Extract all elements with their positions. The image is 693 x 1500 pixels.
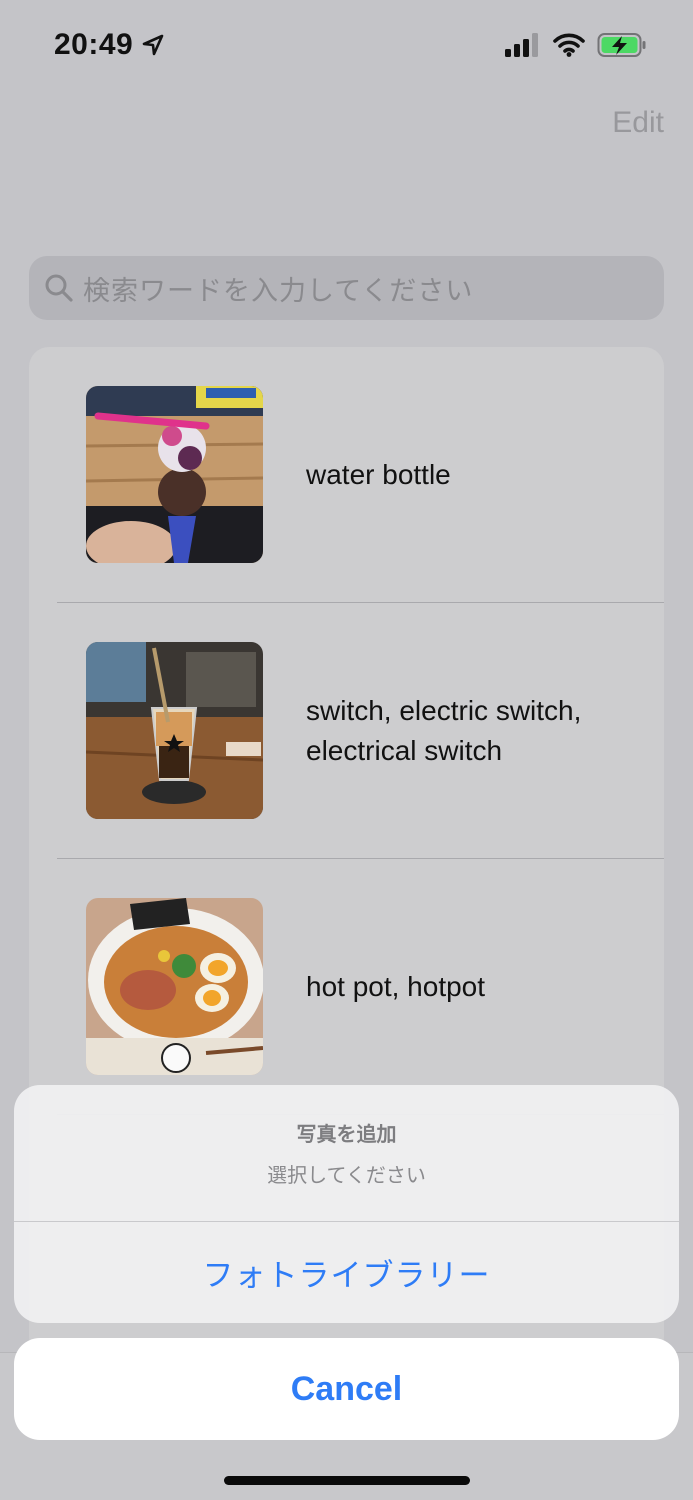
list-item[interactable]: water bottle — [29, 347, 664, 603]
item-label: water bottle — [306, 459, 451, 490]
list-item[interactable]: switch, electric switch, electrical swit… — [29, 603, 664, 859]
list-item[interactable]: hot pot, hotpot — [29, 859, 664, 1115]
status-time-text: 20:49 — [54, 28, 134, 61]
location-arrow-icon — [142, 34, 164, 56]
wifi-icon — [553, 33, 585, 57]
action-sheet-message: 選択してください — [267, 1165, 426, 1187]
action-sheet-title: 写真を追加 — [296, 1124, 397, 1146]
iced-coffee-glass-photo — [86, 642, 263, 819]
search-bar[interactable]: 検索ワードを入力してください — [29, 256, 664, 320]
search-placeholder: 検索ワードを入力してください — [83, 275, 474, 306]
photo-library-button[interactable]: フォトライブラリー — [14, 1222, 679, 1322]
status-bar: 20:49 — [0, 0, 693, 92]
cancel-button[interactable]: Cancel — [14, 1338, 679, 1440]
edit-button[interactable]: Edit — [612, 106, 664, 140]
battery-charging-icon — [597, 33, 646, 57]
home-indicator[interactable] — [224, 1476, 470, 1485]
status-time: 20:49 — [54, 28, 165, 62]
search-icon — [45, 274, 73, 302]
ice-cream-cone-photo — [86, 386, 263, 563]
action-sheet: 写真を追加 選択してください フォトライブラリー — [14, 1085, 679, 1323]
action-sheet-header: 写真を追加 選択してください — [14, 1085, 679, 1222]
signal-bars-icon — [505, 33, 538, 57]
status-icons — [505, 32, 647, 58]
ramen-bowl-photo — [86, 898, 263, 1075]
item-label: switch, electric switch, electrical swit… — [306, 695, 582, 766]
item-label: hot pot, hotpot — [306, 971, 486, 1002]
